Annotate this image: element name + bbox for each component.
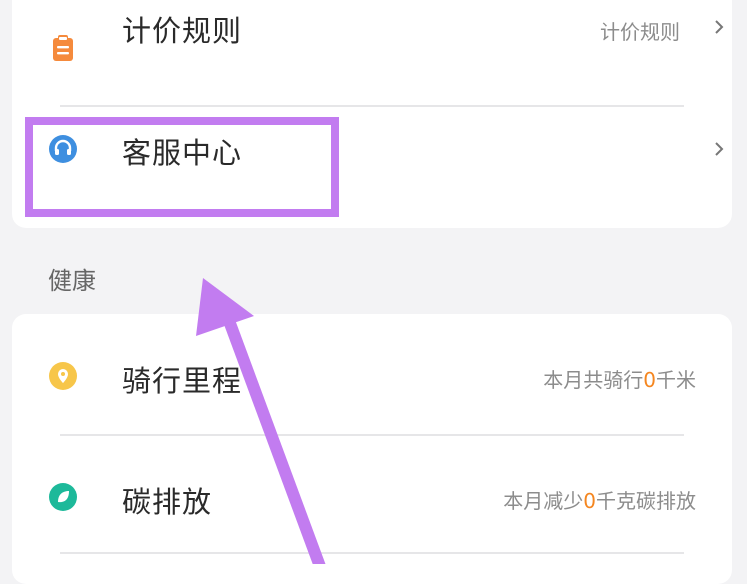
pricing-rules-title: 计价规则 xyxy=(122,14,243,48)
carbon-emission-row[interactable]: 碳排放 本月减少0千克碳排放 xyxy=(12,436,732,554)
clipboard-icon xyxy=(48,33,78,63)
location-pin-icon xyxy=(48,361,78,391)
divider xyxy=(60,552,684,554)
carbon-emission-value: 本月减少0千克碳排放 xyxy=(503,485,696,514)
carbon-suffix: 千克碳排放 xyxy=(596,489,696,513)
mileage-prefix: 本月共骑行 xyxy=(543,368,644,392)
carbon-prefix: 本月减少 xyxy=(503,489,584,513)
pricing-rules-value: 计价规则 xyxy=(600,20,680,44)
mileage-value: 0 xyxy=(643,368,656,392)
leaf-icon xyxy=(48,482,78,512)
riding-mileage-value: 本月共骑行0千米 xyxy=(543,364,696,393)
mileage-suffix: 千米 xyxy=(656,368,696,392)
pricing-rules-row[interactable]: 计价规则 计价规则 xyxy=(12,0,732,108)
riding-mileage-row[interactable]: 骑行里程 本月共骑行0千米 xyxy=(12,314,732,434)
chevron-right-icon xyxy=(712,19,726,34)
divider xyxy=(60,105,684,107)
carbon-emission-title: 碳排放 xyxy=(122,485,213,519)
health-section-title: 健康 xyxy=(48,267,96,295)
health-card: 骑行里程 本月共骑行0千米 碳排放 本月减少0千克碳排放 xyxy=(12,314,732,584)
carbon-value: 0 xyxy=(583,489,596,513)
chevron-right-icon xyxy=(712,141,726,156)
highlight-box xyxy=(25,117,339,217)
riding-mileage-title: 骑行里程 xyxy=(122,364,243,398)
